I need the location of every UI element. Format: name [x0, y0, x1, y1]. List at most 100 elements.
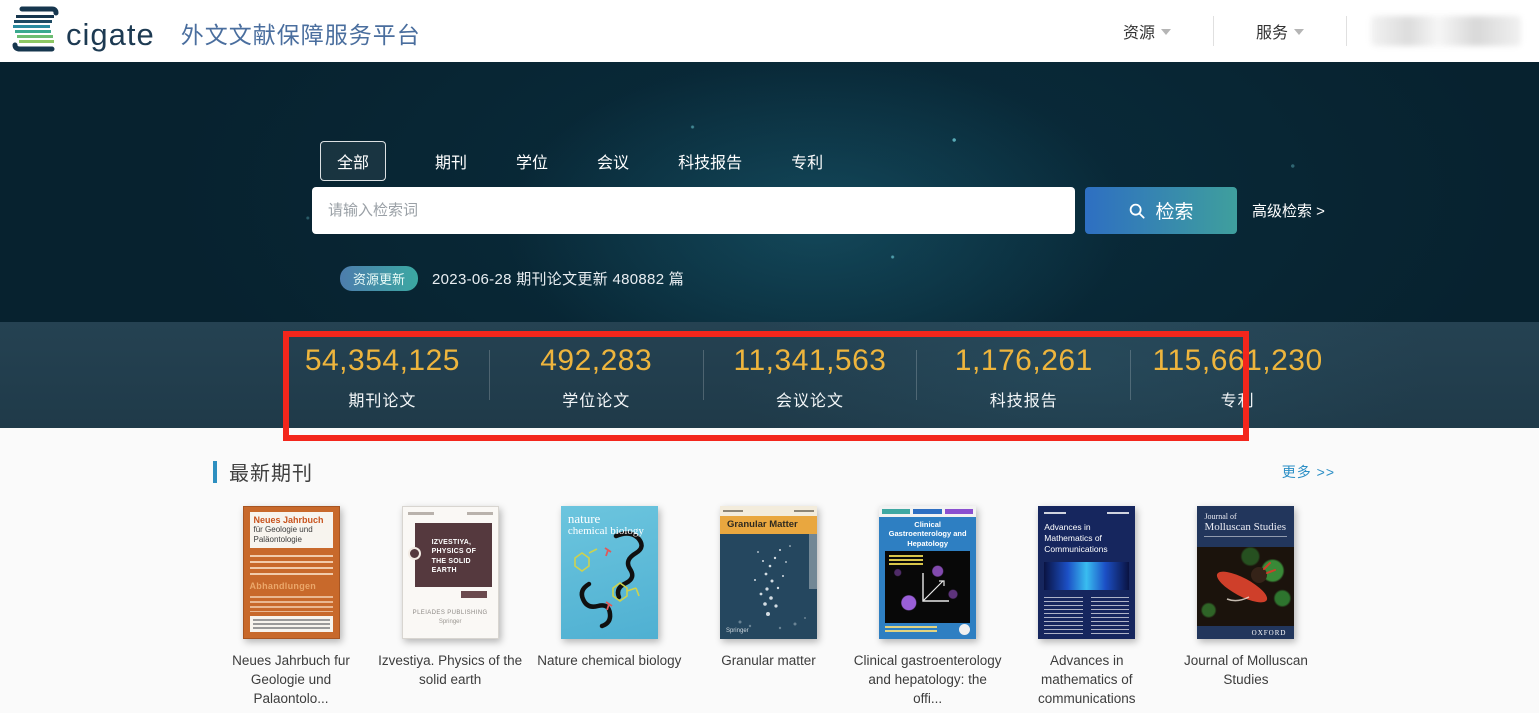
publisher-emblem-icon — [408, 547, 421, 560]
journal-card-granular-matter[interactable]: Granular Matter — [693, 506, 843, 709]
journal-cover: nature chemical biology — [561, 506, 658, 639]
editorial-board-lines — [1044, 597, 1129, 635]
nav-services-label: 服务 — [1256, 19, 1288, 43]
stat-conference-papers: 11,341,563 会议论文 — [704, 340, 917, 411]
journal-caption: Nature chemical biology — [537, 652, 681, 671]
nav-resources-label: 资源 — [1123, 19, 1155, 43]
cover-panel: IZVESTIYA, PHYSICS OF THE SOLID EARTH — [415, 523, 492, 587]
journal-card-advances-math-comm[interactable]: Advances in Mathematics of Communication… — [1012, 506, 1162, 709]
cover-text-lines — [889, 555, 923, 567]
tab-degree[interactable]: 学位 — [516, 149, 548, 173]
stat-value: 115,661,230 — [1131, 344, 1344, 378]
site-title: 外文文献保障服务平台 — [181, 16, 421, 50]
nav-services[interactable]: 服务 — [1214, 19, 1346, 43]
latest-journals-section: 最新期刊 更多 >> Neues Jahrbuch für Geologie u… — [0, 428, 1539, 713]
search-input[interactable] — [312, 187, 1075, 234]
scigate-logo[interactable]: cigate — [8, 4, 155, 59]
cover-title-band: Granular Matter — [720, 516, 817, 534]
journal-card-clinical-gastro[interactable]: Clinical Gastroenterology and Hepatology… — [853, 506, 1003, 709]
tab-conference[interactable]: 会议 — [597, 149, 629, 173]
section-title-bar — [213, 461, 217, 483]
more-journals-link[interactable]: 更多 >> — [1282, 462, 1335, 482]
cover-text-lines — [1044, 512, 1129, 514]
cover-subtitle: chemical biology — [568, 525, 651, 537]
cover-wave-band — [1044, 562, 1129, 590]
stat-label: 会议论文 — [704, 387, 917, 411]
search-type-tabs: 全部 期刊 学位 会议 科技报告 专利 — [320, 141, 823, 181]
cover-photo: Springer — [720, 534, 817, 639]
stat-tech-reports: 1,176,261 科技报告 — [917, 340, 1130, 411]
cover-text-lines — [250, 555, 333, 577]
nav-resources[interactable]: 资源 — [1081, 19, 1213, 43]
publisher-name: OXFORD — [1252, 629, 1287, 637]
publisher-name: Springer — [726, 628, 749, 634]
cover-header-strip — [879, 506, 976, 517]
journal-card-izvestiya[interactable]: IZVESTIYA, PHYSICS OF THE SOLID EARTH PL… — [375, 506, 525, 709]
stat-patents: 115,661,230 专利 — [1131, 340, 1344, 411]
cover-title: Granular Matter — [727, 519, 798, 530]
statistics-bar: 54,354,125 期刊论文 492,283 学位论文 11,341,563 … — [0, 322, 1539, 428]
cover-photo — [1197, 547, 1294, 626]
stat-label: 科技报告 — [917, 387, 1130, 411]
cover-photo — [885, 551, 970, 623]
journal-caption: Granular matter — [721, 652, 816, 671]
cover-title: Journal of — [1204, 512, 1287, 521]
journal-cards-row: Neues Jahrbuch für Geologie und Paläonto… — [216, 506, 1321, 709]
search-button[interactable]: 检索 — [1085, 187, 1237, 234]
cover-extra-title: Abhandlungen — [250, 581, 333, 591]
cover-text-lines — [885, 626, 937, 634]
cover-text-lines — [720, 506, 817, 516]
cover-title: Clinical Gastroenterology and Hepatology — [879, 517, 976, 548]
journal-caption: Journal of Molluscan Studies — [1171, 652, 1321, 690]
statistics-row: 54,354,125 期刊论文 492,283 学位论文 11,341,563 … — [276, 322, 1344, 428]
tab-all[interactable]: 全部 — [320, 141, 386, 181]
journal-card-nature-chemical-biology[interactable]: nature chemical biology Nature chemical … — [534, 506, 684, 709]
cover-title: nature — [568, 512, 651, 525]
journal-cover: Advances in Mathematics of Communication… — [1038, 506, 1135, 639]
cover-footer: OXFORD — [1197, 626, 1294, 639]
logo-text: cigate — [66, 17, 155, 53]
header-nav: 资源 服务 — [1081, 0, 1539, 62]
society-seal-icon — [959, 624, 970, 635]
advanced-search-link[interactable]: 高级检索 > — [1252, 200, 1325, 221]
cover-title: Neues Jahrbuch — [254, 515, 329, 525]
nav-divider — [1346, 16, 1347, 46]
stat-value: 11,341,563 — [704, 344, 917, 378]
chevron-down-icon — [1294, 29, 1304, 35]
stat-label: 学位论文 — [490, 387, 703, 411]
tab-journal[interactable]: 期刊 — [435, 149, 467, 173]
hero-search-banner: 全部 期刊 学位 会议 科技报告 专利 检索 高级检索 > 资源更新 — [0, 62, 1539, 322]
resource-update-row: 资源更新 2023-06-28 期刊论文更新 480882 篇 — [340, 266, 684, 291]
scigate-logo-icon — [8, 4, 64, 59]
cover-text-lines — [408, 512, 493, 515]
splash-art — [720, 534, 817, 634]
chevron-down-icon — [1161, 29, 1171, 35]
stat-value: 54,354,125 — [276, 344, 489, 378]
cover-title: Advances in Mathematics of Communication… — [1044, 522, 1129, 555]
section-title: 最新期刊 — [229, 457, 313, 486]
top-header: cigate 外文文献保障服务平台 资源 服务 — [0, 0, 1539, 62]
journal-caption: Advances in mathematics of communication… — [1012, 652, 1162, 709]
cover-title: IZVESTIYA, PHYSICS OF THE SOLID EARTH — [432, 538, 488, 576]
journal-caption: Clinical gastroenterology and hepatology… — [853, 652, 1003, 709]
journal-card-molluscan-studies[interactable]: Journal of Molluscan Studies OXFO — [1171, 506, 1321, 709]
cover-subtitle: Molluscan Studies — [1204, 521, 1287, 533]
cover-divider — [1204, 536, 1287, 537]
cover-header: Journal of Molluscan Studies — [1197, 506, 1294, 547]
tab-patent[interactable]: 专利 — [791, 149, 823, 173]
user-account-area-redacted[interactable] — [1371, 16, 1521, 46]
cover-decoration — [809, 534, 817, 589]
tab-tech-report[interactable]: 科技报告 — [678, 149, 742, 173]
journal-card-neues-jahrbuch[interactable]: Neues Jahrbuch für Geologie und Paläonto… — [216, 506, 366, 709]
stat-degree-papers: 492,283 学位论文 — [490, 340, 703, 411]
slug-art — [1197, 547, 1294, 621]
journal-cover: Granular Matter — [720, 506, 817, 639]
journal-cover: IZVESTIYA, PHYSICS OF THE SOLID EARTH PL… — [402, 506, 499, 639]
update-badge: 资源更新 — [340, 266, 418, 291]
stat-value: 1,176,261 — [917, 344, 1130, 378]
stat-label: 期刊论文 — [276, 387, 489, 411]
search-row: 检索 高级检索 > — [312, 187, 1325, 234]
cover-subtitle: für Geologie und Paläontologie — [254, 525, 329, 544]
page: cigate 外文文献保障服务平台 资源 服务 全部 期刊 学位 会议 科技报告 — [0, 0, 1539, 713]
journal-caption: Izvestiya. Physics of the solid earth — [375, 652, 525, 690]
